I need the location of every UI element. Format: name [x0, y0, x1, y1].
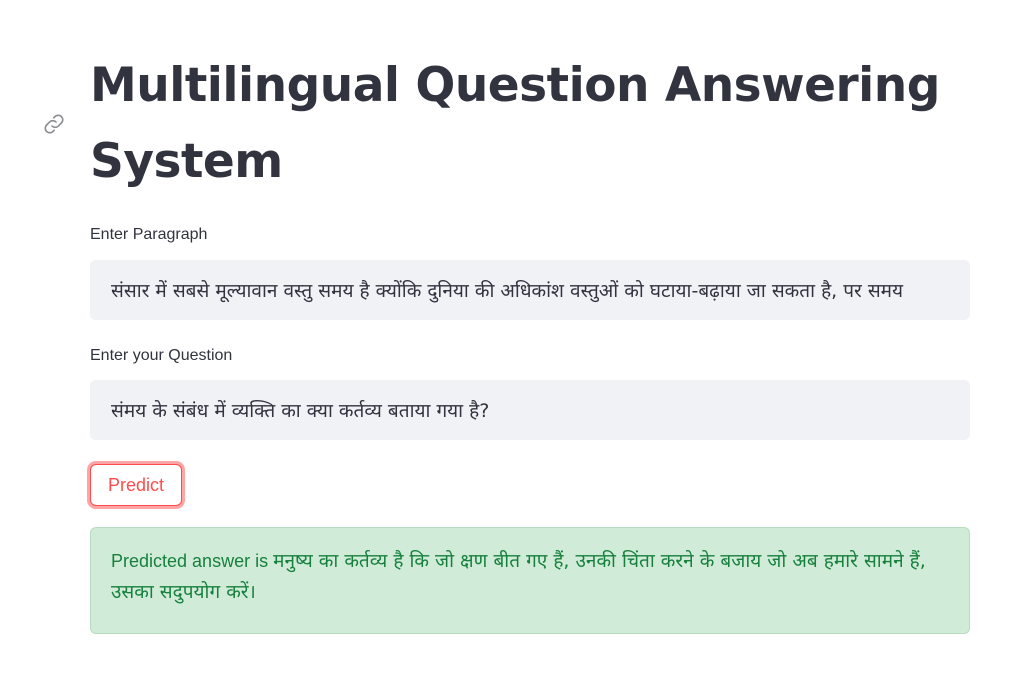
success-alert: Predicted answer is मनुष्य का कर्तव्य है…: [90, 527, 970, 634]
question-label: Enter your Question: [90, 347, 233, 364]
answer-prefix: Predicted answer is: [111, 551, 274, 571]
link-icon[interactable]: [42, 112, 66, 136]
question-input[interactable]: [90, 380, 970, 440]
paragraph-input[interactable]: [90, 260, 970, 320]
predict-button[interactable]: Predict: [90, 464, 182, 506]
page-title: Multilingual Question Answering System: [90, 58, 940, 189]
paragraph-label: Enter Paragraph: [90, 226, 208, 243]
